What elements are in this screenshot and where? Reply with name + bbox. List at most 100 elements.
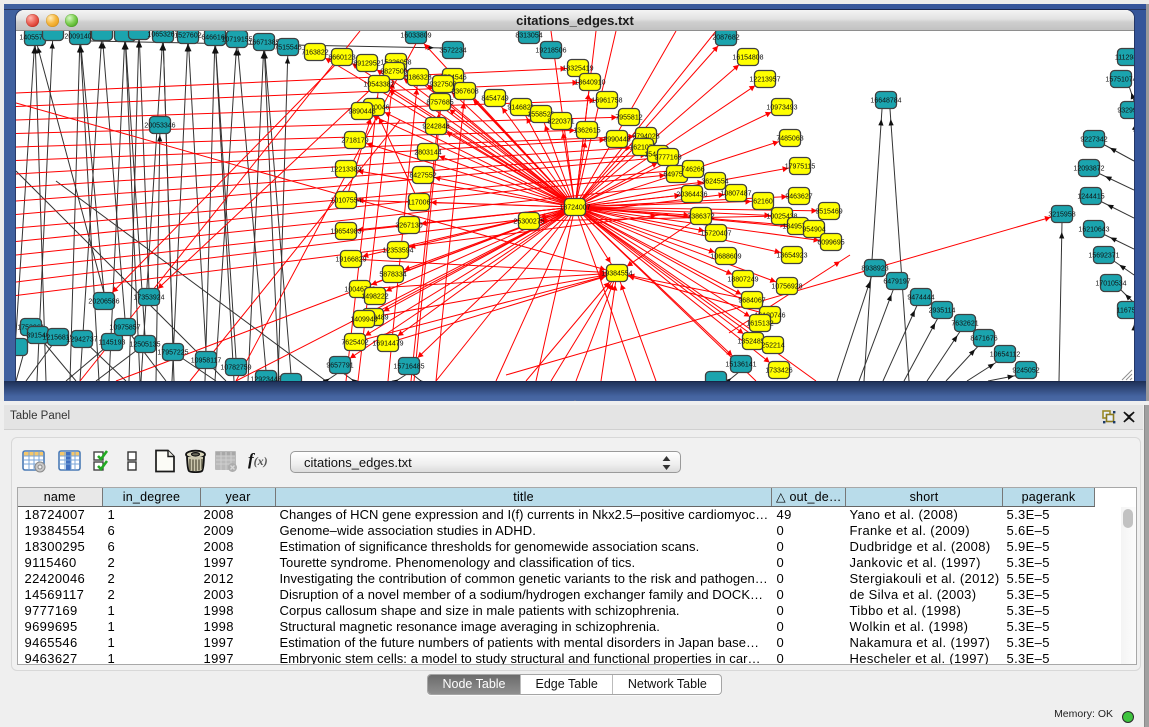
svg-text:17353924: 17353924 [133,295,164,302]
svg-text:116753: 116753 [1117,308,1134,315]
svg-text:5878334: 5878334 [379,272,406,279]
svg-text:16210643: 16210643 [1078,227,1109,234]
svg-text:8938923: 8938923 [861,266,888,273]
svg-text:10654112: 10654112 [990,352,1021,359]
svg-text:2935114: 2935114 [929,308,956,315]
svg-text:13325419: 13325419 [562,66,593,73]
svg-text:1112981: 1112981 [1115,55,1134,62]
svg-text:7386372: 7386372 [687,214,714,221]
svg-text:19654983: 19654983 [330,229,361,236]
svg-text:2087682: 2087682 [712,35,739,42]
svg-text:16033809: 16033809 [400,33,431,40]
svg-text:25300275: 25300275 [513,219,544,226]
svg-text:117006: 117006 [408,200,431,207]
svg-text:12213957: 12213957 [749,77,780,84]
svg-text:9245052: 9245052 [1012,368,1039,375]
svg-text:7485063: 7485063 [776,136,803,143]
svg-text:7955812: 7955812 [615,115,642,122]
svg-text:6099695: 6099695 [817,240,844,247]
svg-text:6479197: 6479197 [883,279,910,286]
svg-text:16154808: 16154808 [732,55,763,62]
svg-text:17010534: 17010534 [1095,281,1126,288]
svg-text:8454749: 8454749 [481,96,508,103]
svg-text:252214: 252214 [761,343,784,350]
svg-text:12942737: 12942737 [66,337,97,344]
svg-text:1362615: 1362615 [573,128,600,135]
svg-text:20053346: 20053346 [144,123,175,130]
svg-text:3267130: 3267130 [395,223,422,230]
svg-text:12923448: 12923448 [250,377,281,382]
svg-text:3215958: 3215958 [1048,212,1075,219]
svg-text:18640910: 18640910 [574,80,605,87]
svg-text:12213389: 12213389 [330,167,361,174]
svg-text:10756928: 10756928 [771,284,802,291]
svg-text:2803144: 2803144 [414,150,441,157]
svg-text:10107554: 10107554 [330,198,361,205]
svg-text:62160: 62160 [753,199,773,206]
svg-text:1244415: 1244415 [1077,194,1104,201]
svg-text:9515469: 9515469 [815,209,842,216]
svg-text:1733426: 1733426 [765,368,792,375]
svg-text:7632621: 7632621 [951,321,978,328]
svg-text:18724007: 18724007 [559,205,590,212]
svg-text:12505135: 12505135 [129,342,160,349]
svg-text:2367608: 2367608 [451,89,478,96]
svg-text:18807249: 18807249 [727,277,758,284]
svg-text:7515546: 7515546 [274,45,301,52]
svg-text:9474444: 9474444 [907,295,934,302]
svg-text:13654923: 13654923 [776,253,807,260]
svg-text:3572234: 3572234 [439,48,466,55]
svg-text:10958117: 10958117 [191,358,222,365]
svg-text:9890448: 9890448 [348,109,375,116]
svg-text:8313054: 8313054 [515,33,542,40]
svg-text:10543382: 10543382 [363,82,394,89]
svg-text:746266: 746266 [681,167,704,174]
svg-text:9684067: 9684067 [738,298,765,305]
svg-text:16914479: 16914479 [372,341,403,348]
svg-text:19166829: 19166829 [335,257,366,264]
svg-text:16648784: 16648784 [870,98,901,105]
svg-text:8186328: 8186328 [404,75,431,82]
svg-text:2718179: 2718179 [341,138,368,145]
svg-text:8990448: 8990448 [603,137,630,144]
svg-text:8757685: 8757685 [426,100,453,107]
svg-text:8220371: 8220371 [547,119,574,126]
svg-text:9777169: 9777169 [654,155,681,162]
svg-text:17957225: 17957225 [157,350,188,357]
svg-text:10807487: 10807487 [720,191,751,198]
svg-text:17975115: 17975115 [785,164,816,171]
svg-text:9227342: 9227342 [1080,137,1107,144]
svg-text:19218506: 19218506 [535,48,566,55]
svg-text:3624554: 3624554 [701,179,728,186]
svg-text:1498222: 1498222 [361,294,388,301]
svg-text:15720407: 15720407 [700,231,731,238]
svg-text:10688609: 10688609 [710,254,741,261]
svg-text:8660123: 8660123 [328,55,355,62]
svg-text:15692371: 15692371 [1088,253,1119,260]
svg-text:1409949: 1409949 [350,317,377,324]
svg-text:954904: 954904 [802,227,825,234]
svg-text:9329965: 9329965 [1117,108,1134,115]
svg-text:12093872: 12093872 [1073,166,1104,173]
svg-text:9657791: 9657791 [326,363,353,370]
svg-text:19384554: 19384554 [601,271,632,278]
svg-text:10782759: 10782759 [220,365,251,372]
svg-text:9327508: 9327508 [429,82,456,89]
svg-text:20206586: 20206586 [88,299,119,306]
svg-text:12353594: 12353594 [382,248,413,255]
svg-text:10973493: 10973493 [766,105,797,112]
svg-text:16961758: 16961758 [591,98,622,105]
svg-text:7625402: 7625402 [341,340,368,347]
svg-text:1527602: 1527602 [174,33,201,40]
svg-text:1145193: 1145193 [99,340,126,347]
svg-text:8912952: 8912952 [353,61,380,68]
svg-text:9242848: 9242848 [422,124,449,131]
svg-text:9463627: 9463627 [785,194,812,201]
svg-text:15716485: 15716485 [393,364,424,371]
svg-text:10975857: 10975857 [109,325,140,332]
svg-text:8427552: 8427552 [409,173,436,180]
svg-text:8471676: 8471676 [970,336,997,343]
svg-text:15751074: 15751074 [1105,77,1134,84]
svg-text:15136141: 15136141 [725,362,756,369]
svg-text:7163822: 7163822 [301,50,328,57]
